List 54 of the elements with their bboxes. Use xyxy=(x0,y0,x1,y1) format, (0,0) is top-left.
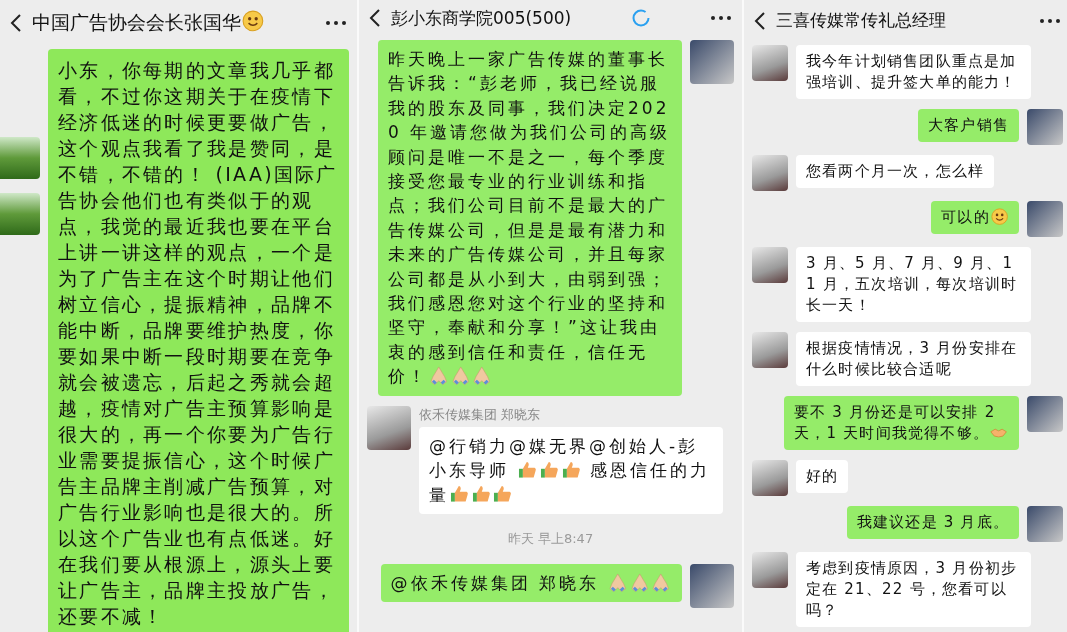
chat-title: 中国广告协会会长张国华 xyxy=(32,9,265,36)
folded-hands-icon xyxy=(472,366,492,386)
thumbs-up-icon xyxy=(493,484,513,504)
message-bubble: 我建议还是 3 月底。 xyxy=(846,506,1019,539)
more-icon[interactable] xyxy=(1039,17,1061,24)
message-bubble: 可以的 xyxy=(931,201,1019,234)
avatar-placeholder xyxy=(1027,109,1063,145)
smiley-icon xyxy=(990,207,1008,225)
avatar-placeholder xyxy=(752,460,788,496)
avatar-placeholder xyxy=(752,332,788,368)
more-icon[interactable] xyxy=(710,15,732,21)
avatar-placeholder xyxy=(690,563,734,608)
avatar-placeholder xyxy=(752,552,788,588)
message-bubble: 您看两个月一次，怎么样 xyxy=(796,155,995,188)
message-bubble: 好的 xyxy=(796,460,849,493)
message-bubble: 考虑到疫情原因，3 月份初步定在 21、22 号，您看可以吗？ xyxy=(796,552,1031,627)
message-bubble: @依禾传媒集团 郑晓东 xyxy=(380,563,682,603)
avatar-placeholder xyxy=(752,247,788,283)
thumbs-up-icon xyxy=(518,459,538,480)
avatar-placeholder xyxy=(367,405,411,450)
back-icon[interactable] xyxy=(369,8,381,28)
thumbs-up-icon xyxy=(471,484,492,504)
thumbs-up-icon xyxy=(539,459,560,480)
folded-hands-icon xyxy=(608,572,628,593)
back-icon[interactable] xyxy=(10,12,22,33)
folded-hands-icon xyxy=(629,572,650,593)
thumbs-up-icon xyxy=(450,484,470,504)
message-bubble: 昨天晚上一家广告传媒的董事长告诉我：“彭老师，我已经说服我的股东及同事，我们决定2020 年邀请您做为我们公司的高级顾问是唯一不是之一，每个季度接受您最专业的行业训练和指点；我们公司目前不是最大的广告传媒公司，但是是最有潜力和未来的广告传媒公司，并且每家公司都是从小到大，由弱到强；我们感恩您对这个行业的坚持和坚守，奉献和分享！”这让我由衷的感到信任和责任，信任无价！ xyxy=(378,40,682,396)
avatar-placeholder xyxy=(752,155,788,191)
timestamp: 昨天 早上8:47 xyxy=(507,529,594,548)
photo-placeholder xyxy=(0,193,40,235)
message-bubble: 小东，你每期的文章我几乎都看，不过你这期关于在疫情下经济低迷的时候更要做广告，这个观点我看了我是赞同，是不错，不错的！ (IAA)国际广告协会他们也有类似于的观点，我觉的最近我也要在平台上讲一讲这样的观点，一个是为了广告主在这个时期让他们树立信心，提振精神，品牌不能中断，品牌要维护热度，你要如果中断一段时期要在竞争就会被遗忘，后起之秀就会超越，疫情对广告主预算影响是很大的，再一个你要为广告行业需要提振信心，这个时候广告主品牌主削减广告预算，对广告行业影响也是很大的。所以这个广告业也有点低迷。好在我们要从根源上，源头上要让广告主，品牌主投放广告，还要不减！ xyxy=(48,49,349,632)
avatar-placeholder xyxy=(1027,201,1063,237)
more-icon[interactable] xyxy=(325,19,347,26)
folded-hands-icon xyxy=(429,366,449,386)
avatar-placeholder xyxy=(1027,396,1063,432)
message-bubble: 我今年计划销售团队重点是加强培训、提升签大单的能力！ xyxy=(796,45,1031,99)
sender-name: 依禾传媒集团 郑晓东 xyxy=(419,405,542,424)
message-bubble: 3 月、5 月、7 月、9 月、11 月，五次培训，每次培训时长一天！ xyxy=(796,247,1031,322)
message-bubble: @行销力@媒无界@创始人-彭小东导师 感恩信任的力量 xyxy=(419,426,723,514)
avatar-placeholder xyxy=(690,40,734,84)
avatar-placeholder xyxy=(1027,506,1063,542)
folded-hands-icon xyxy=(651,572,671,593)
thumbs-up-icon xyxy=(561,459,582,480)
avatar-placeholder xyxy=(752,45,788,81)
photo-placeholder xyxy=(0,137,40,179)
chat-title: 三喜传媒常传礼总经理 xyxy=(776,9,946,32)
message-bubble: 根据疫情情况，3 月份安排在什么时候比较合适呢 xyxy=(796,332,1031,386)
back-icon[interactable] xyxy=(754,10,766,31)
message-bubble: 大客户销售 xyxy=(918,109,1019,142)
folded-hands-icon xyxy=(450,366,471,386)
chat-title: 彭小东商学院005(500) xyxy=(391,6,572,30)
smiley-icon xyxy=(242,10,264,33)
message-bubble: 要不 3 月份还是可以安排 2 天，1 天时间我觉得不够。 xyxy=(784,396,1019,450)
